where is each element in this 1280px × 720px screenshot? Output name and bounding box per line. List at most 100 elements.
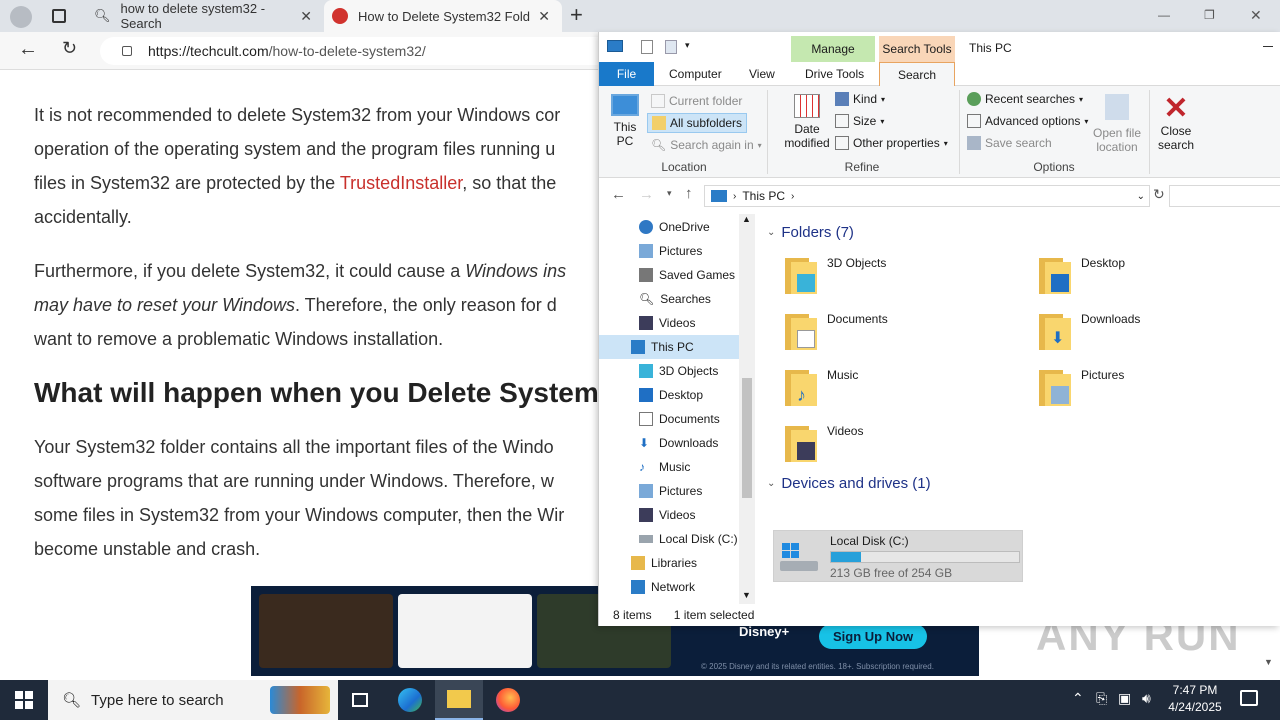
nav-videos[interactable]: Videos: [599, 311, 739, 335]
folder-downloads[interactable]: ⬇ Downloads: [1037, 312, 1140, 352]
date-modified-button[interactable]: Date modified: [783, 94, 831, 150]
all-subfolders-button[interactable]: All subfolders: [647, 113, 748, 133]
path-dropdown-icon[interactable]: ⌄: [1137, 191, 1145, 202]
lock-icon: [122, 46, 132, 56]
back-arrow-icon[interactable]: ←: [18, 38, 38, 61]
tab-techcult-article[interactable]: How to Delete System32 Folder in ✕: [324, 0, 562, 32]
taskbar-clock[interactable]: 7:47 PM 4/24/2025: [1160, 682, 1230, 716]
trustedinstaller-link[interactable]: TrustedInstaller: [340, 173, 462, 193]
nav-this-pc[interactable]: This PC: [599, 335, 739, 359]
new-folder-icon[interactable]: [665, 40, 677, 54]
nav-searches[interactable]: 🔍︎ Searches: [599, 287, 739, 311]
scroll-down-icon[interactable]: ▼: [742, 590, 751, 600]
address-path-box[interactable]: › This PC › ⌄: [704, 185, 1150, 207]
close-tab-icon[interactable]: ✕: [300, 8, 312, 25]
group-title: Devices and drives (1): [781, 475, 931, 492]
nav-videos-2[interactable]: Videos: [599, 503, 739, 527]
breadcrumb-chevron-icon[interactable]: ›: [791, 191, 794, 202]
nav-network[interactable]: Network: [599, 575, 739, 599]
button-label: Date modified: [784, 122, 830, 150]
folder-videos[interactable]: Videos: [783, 424, 863, 464]
nav-saved-games[interactable]: Saved Games: [599, 263, 739, 287]
close-window-button[interactable]: ✕: [1250, 7, 1262, 24]
nav-desktop[interactable]: Desktop: [599, 383, 739, 407]
save-icon: [967, 136, 981, 150]
nav-onedrive[interactable]: OneDrive: [599, 215, 739, 239]
properties-icon[interactable]: [641, 40, 653, 54]
task-view-button[interactable]: [336, 680, 384, 720]
sign-up-button[interactable]: Sign Up Now: [819, 624, 928, 649]
folder-desktop[interactable]: Desktop: [1037, 256, 1125, 296]
breadcrumb-chevron-icon[interactable]: ›: [733, 191, 736, 202]
folder-pictures[interactable]: Pictures: [1037, 368, 1124, 408]
drive-local-disk-c[interactable]: Local Disk (C:) 213 GB free of 254 GB: [773, 530, 1023, 582]
tab-computer[interactable]: Computer: [669, 62, 722, 86]
notifications-icon[interactable]: [1240, 690, 1258, 706]
refresh-icon[interactable]: ↻: [1153, 186, 1165, 203]
devices-group-header[interactable]: ⌄ Devices and drives (1): [767, 475, 931, 492]
folder-icon: ♪: [783, 368, 817, 408]
tab-search[interactable]: Search: [879, 62, 955, 87]
size-filter-button[interactable]: Size ▾: [835, 114, 884, 128]
quick-access-dropdown-icon[interactable]: ▾: [685, 40, 690, 51]
folder-music[interactable]: ♪ Music: [783, 368, 858, 408]
nav-label: Local Disk (C:): [659, 532, 738, 546]
other-properties-button[interactable]: Other properties ▾: [835, 136, 948, 150]
nav-pictures[interactable]: Pictures: [599, 239, 739, 263]
tab-bing-search[interactable]: 🔍︎ how to delete system32 - Search ✕: [84, 0, 324, 32]
folder-3d-objects[interactable]: 3D Objects: [783, 256, 886, 296]
minimize-button[interactable]: [1263, 46, 1273, 47]
nav-label: 3D Objects: [659, 364, 719, 378]
network-icon[interactable]: ▣: [1118, 690, 1131, 707]
kind-filter-button[interactable]: Kind ▾: [835, 92, 885, 106]
tab-actions-icon[interactable]: [52, 9, 66, 23]
file-explorer-taskbar-button[interactable]: [435, 680, 483, 720]
scroll-up-icon[interactable]: ▲: [742, 214, 751, 224]
tab-file[interactable]: File: [599, 62, 654, 86]
firefox-taskbar-button[interactable]: [484, 680, 532, 720]
tab-drive-tools[interactable]: Drive Tools: [805, 62, 864, 86]
explorer-search-input[interactable]: [1169, 185, 1280, 207]
folder-documents[interactable]: Documents: [783, 312, 888, 352]
address-bar[interactable]: https://techcult.com/how-to-delete-syste…: [100, 37, 620, 65]
folders-group-header[interactable]: ⌄ Folders (7): [767, 224, 854, 241]
search-again-in-button[interactable]: 🔍︎ Search again in ▾: [651, 138, 762, 152]
back-arrow-icon[interactable]: ←: [611, 186, 626, 203]
nav-libraries[interactable]: Libraries: [599, 551, 739, 575]
nav-local-disk[interactable]: Local Disk (C:): [599, 527, 739, 551]
nav-pictures-2[interactable]: Pictures: [599, 479, 739, 503]
taskbar-search-box[interactable]: 🔍︎ Type here to search: [48, 680, 338, 720]
up-arrow-icon[interactable]: ↑: [685, 185, 693, 202]
this-pc-scope-button[interactable]: This PC: [607, 94, 643, 148]
forward-arrow-icon[interactable]: →: [639, 186, 654, 203]
breadcrumb-this-pc[interactable]: This PC: [742, 189, 785, 203]
new-tab-button[interactable]: +: [570, 2, 583, 28]
volume-icon[interactable]: 🔊︎: [1142, 690, 1151, 707]
nav-music[interactable]: ♪ Music: [599, 455, 739, 479]
start-button[interactable]: [0, 680, 48, 720]
refresh-icon[interactable]: ↻: [62, 38, 77, 59]
tray-device-icon[interactable]: ⎘: [1096, 690, 1107, 707]
tab-view[interactable]: View: [749, 62, 775, 86]
edge-taskbar-button[interactable]: [386, 680, 434, 720]
page-scroll-down-icon[interactable]: ▼: [1264, 657, 1273, 667]
nav-scrollbar-thumb[interactable]: [742, 378, 752, 498]
nav-downloads[interactable]: ⬇ Downloads: [599, 431, 739, 455]
maximize-button[interactable]: ❐: [1204, 8, 1215, 22]
current-folder-button[interactable]: Current folder: [651, 94, 742, 108]
recent-searches-button[interactable]: Recent searches ▾: [967, 92, 1083, 106]
close-search-button[interactable]: ✕ Close search: [1153, 94, 1199, 153]
nav-3d-objects[interactable]: 3D Objects: [599, 359, 739, 383]
profile-avatar[interactable]: [10, 6, 32, 28]
tray-overflow-chevron-icon[interactable]: ⌃: [1072, 690, 1084, 707]
minimize-button[interactable]: —: [1158, 8, 1170, 22]
close-tab-icon[interactable]: ✕: [538, 8, 550, 25]
open-file-location-button[interactable]: Open file location: [1089, 94, 1145, 154]
nav-documents[interactable]: Documents: [599, 407, 739, 431]
download-arrow-icon: ⬇: [639, 436, 650, 450]
button-label: Recent searches: [985, 92, 1076, 106]
advanced-options-button[interactable]: Advanced options ▾: [967, 114, 1088, 128]
group-label-options: Options: [1033, 160, 1075, 174]
recent-locations-icon[interactable]: ▾: [667, 188, 672, 199]
save-search-button[interactable]: Save search: [967, 136, 1052, 150]
